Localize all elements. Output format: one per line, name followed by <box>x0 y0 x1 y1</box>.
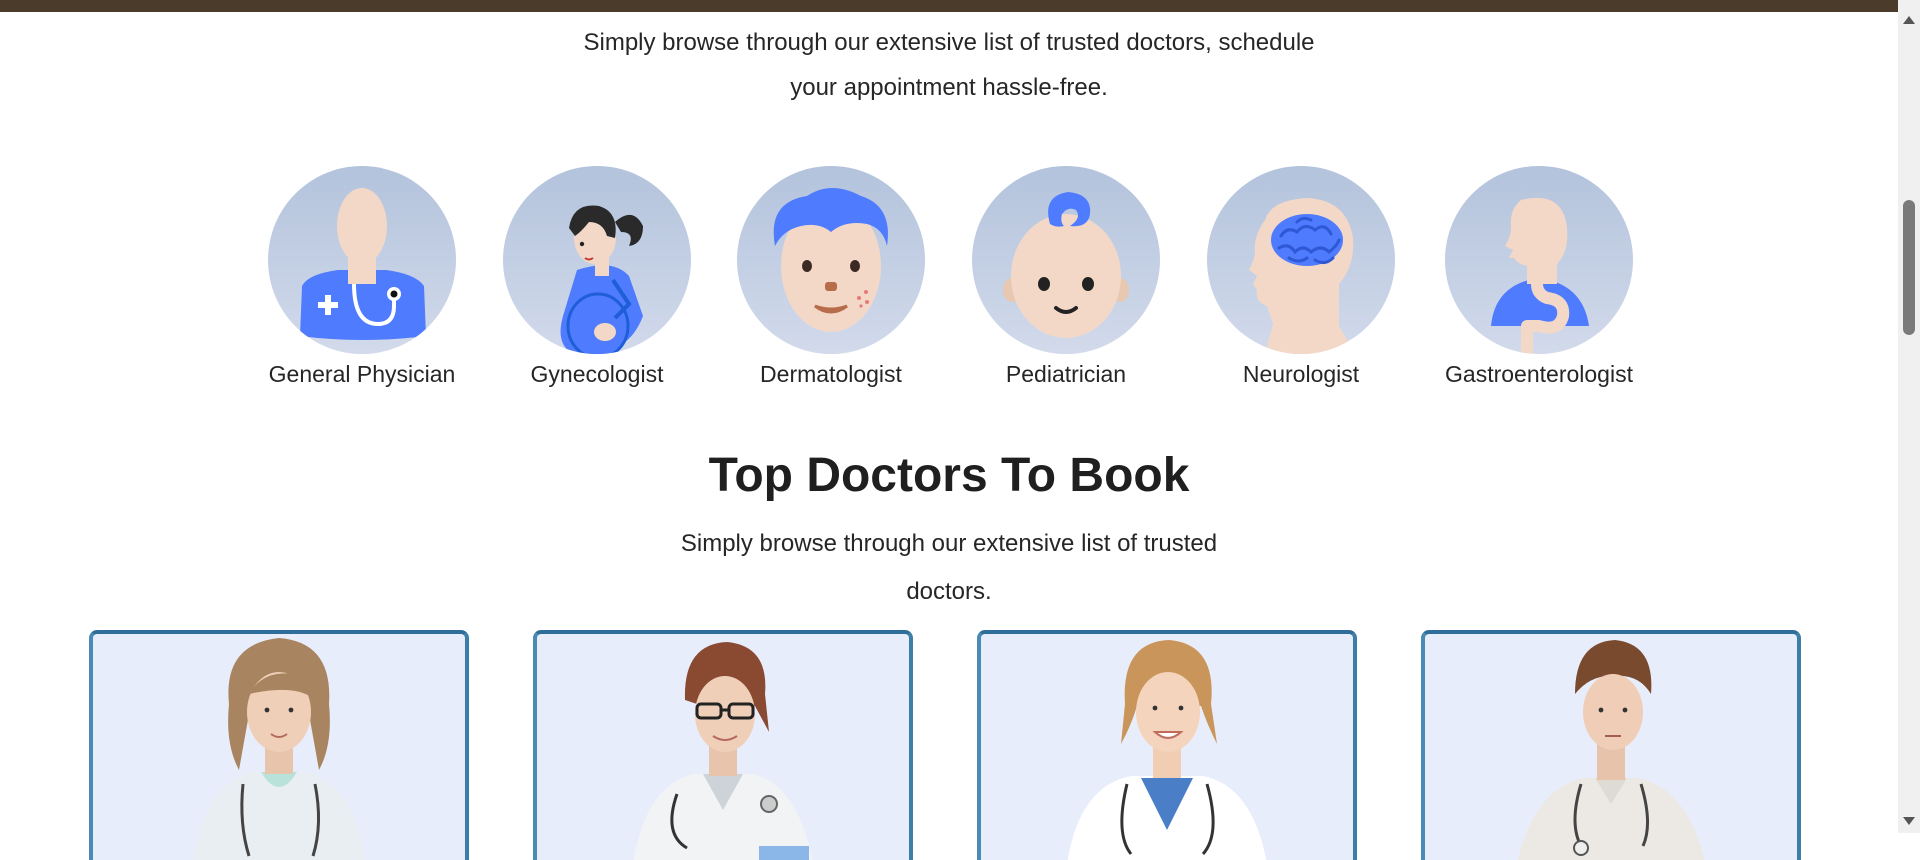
speciality-label: Neurologist <box>1242 361 1360 387</box>
doctor-card[interactable] <box>89 630 469 860</box>
speciality-pediatrician[interactable]: Pediatrician <box>966 166 1166 388</box>
pediatrician-icon <box>972 166 1160 354</box>
general-physician-icon <box>268 166 456 354</box>
speciality-general-physician[interactable]: General Physician <box>262 166 462 388</box>
speciality-label: General Physician <box>268 361 456 387</box>
speciality-label: Gynecologist <box>530 361 664 387</box>
intro-line-2: your appointment hassle-free. <box>790 74 1108 101</box>
speciality-menu: General Physician Gynecologist Dermatolo… <box>0 166 1898 396</box>
doctor-photo <box>193 638 365 860</box>
speciality-gastroenterologist[interactable]: Gastroenterologist <box>1439 166 1639 388</box>
page-content: Simply browse through our extensive list… <box>0 0 1898 860</box>
scrollbar-thumb[interactable] <box>1903 200 1915 335</box>
speciality-intro-text: Simply browse through our extensive list… <box>0 20 1898 110</box>
speciality-label: Dermatologist <box>760 361 902 387</box>
scroll-up-icon[interactable] <box>1903 16 1915 24</box>
doctor-card[interactable] <box>977 630 1357 860</box>
gastroenterologist-icon <box>1445 166 1633 354</box>
doctor-photo <box>1067 640 1267 860</box>
gynecologist-icon <box>503 166 691 354</box>
scroll-down-icon[interactable] <box>1903 817 1915 825</box>
doctor-photo <box>633 642 813 860</box>
subtitle-line-2: doctors. <box>906 578 992 605</box>
doctor-photo <box>1517 640 1705 860</box>
page-scrollbar[interactable] <box>1898 0 1920 833</box>
doctor-grid <box>0 630 1898 860</box>
speciality-neurologist[interactable]: Neurologist <box>1201 166 1401 388</box>
speciality-dermatologist[interactable]: Dermatologist <box>731 166 931 388</box>
speciality-label: Gastroenterologist <box>1445 361 1633 387</box>
speciality-label: Pediatrician <box>1005 361 1127 387</box>
intro-line-1: Simply browse through our extensive list… <box>583 29 1315 56</box>
neurologist-icon <box>1207 166 1395 354</box>
speciality-gynecologist[interactable]: Gynecologist <box>497 166 697 388</box>
subtitle-line-1: Simply browse through our extensive list… <box>680 530 1218 557</box>
doctor-card[interactable] <box>1421 630 1801 860</box>
doctor-card[interactable] <box>533 630 913 860</box>
dermatologist-icon <box>737 166 925 354</box>
section-title: Top Doctors To Book <box>708 449 1190 502</box>
section-subtitle: Simply browse through our extensive list… <box>0 520 1898 616</box>
